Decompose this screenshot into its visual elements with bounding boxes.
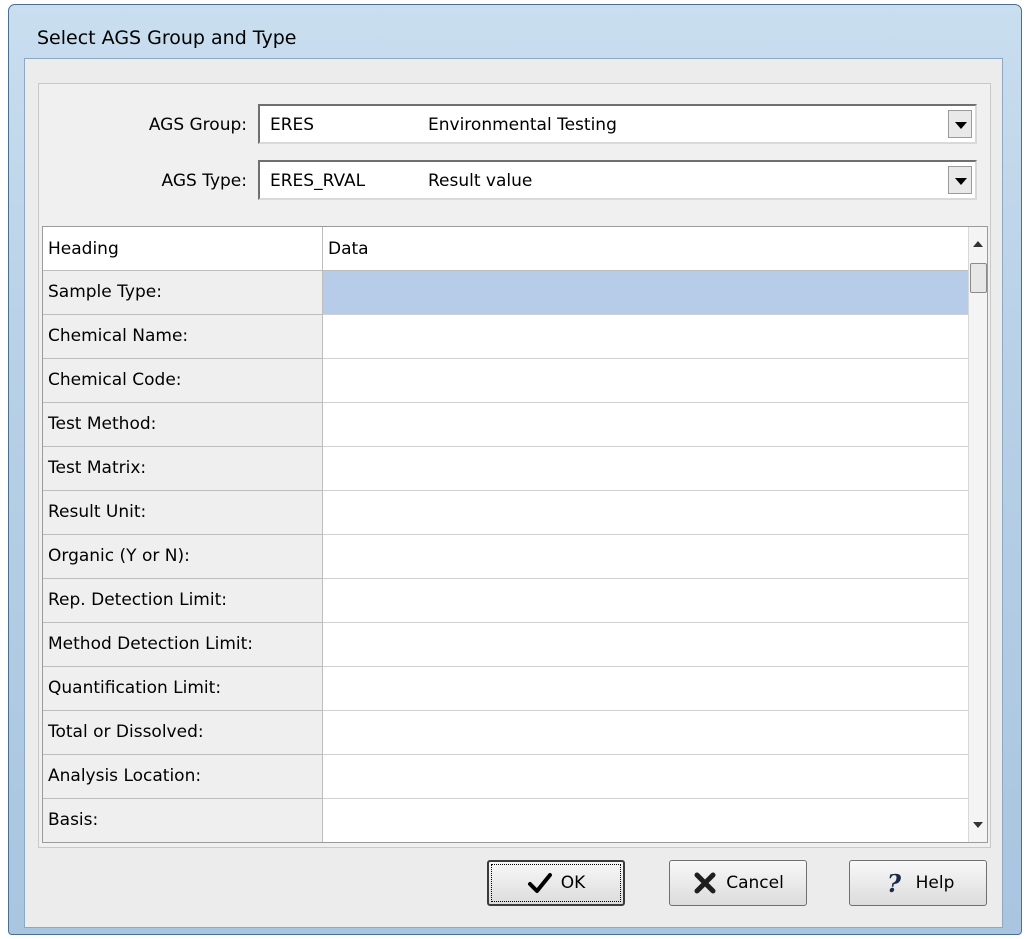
column-header-data[interactable]: Data xyxy=(328,239,369,259)
table-row[interactable]: Method Detection Limit: xyxy=(43,623,969,667)
row-heading: Analysis Location: xyxy=(43,755,323,799)
ok-button-label: OK xyxy=(560,873,586,893)
chevron-down-icon[interactable] xyxy=(948,166,972,194)
scroll-thumb[interactable] xyxy=(970,263,987,293)
row-heading: Chemical Name: xyxy=(43,315,323,359)
column-divider xyxy=(322,227,323,271)
checkmark-icon xyxy=(527,873,552,893)
cancel-button[interactable]: Cancel xyxy=(669,860,807,906)
ok-button[interactable]: OK xyxy=(487,860,625,906)
row-data-cell[interactable] xyxy=(323,491,969,535)
data-grid[interactable]: Heading Data Sample Type: Chemical Name:… xyxy=(42,226,988,843)
scroll-up-arrow-icon[interactable] xyxy=(973,241,983,247)
row-heading: Organic (Y or N): xyxy=(43,535,323,579)
table-row[interactable]: Sample Type: xyxy=(43,271,969,315)
row-heading: Test Matrix: xyxy=(43,447,323,491)
table-row[interactable]: Chemical Code: xyxy=(43,359,969,403)
question-icon: ? xyxy=(887,870,902,896)
row-data-cell[interactable] xyxy=(323,755,969,799)
ags-group-description: Environmental Testing xyxy=(428,115,617,135)
ags-group-select[interactable]: ERES Environmental Testing xyxy=(258,104,977,144)
row-heading: Total or Dissolved: xyxy=(43,711,323,755)
svg-text:?: ? xyxy=(887,870,902,896)
row-data-cell[interactable] xyxy=(323,271,969,315)
row-data-cell[interactable] xyxy=(323,799,969,842)
table-row[interactable]: Total or Dissolved: xyxy=(43,711,969,755)
table-row[interactable]: Test Matrix: xyxy=(43,447,969,491)
row-data-cell[interactable] xyxy=(323,711,969,755)
table-row[interactable]: Rep. Detection Limit: xyxy=(43,579,969,623)
row-heading: Method Detection Limit: xyxy=(43,623,323,667)
row-data-cell[interactable] xyxy=(323,359,969,403)
ags-group-label: AGS Group: xyxy=(148,115,247,135)
table-row[interactable]: Organic (Y or N): xyxy=(43,535,969,579)
vertical-scrollbar[interactable] xyxy=(968,227,987,842)
x-icon xyxy=(694,872,716,894)
chevron-down-icon[interactable] xyxy=(948,110,972,138)
ags-group-code: ERES xyxy=(270,115,315,135)
row-data-cell[interactable] xyxy=(323,535,969,579)
row-heading: Quantification Limit: xyxy=(43,667,323,711)
row-data-cell[interactable] xyxy=(323,315,969,359)
ags-type-code: ERES_RVAL xyxy=(270,171,366,191)
grid-header: Heading Data xyxy=(43,227,969,271)
row-data-cell[interactable] xyxy=(323,579,969,623)
row-heading: Rep. Detection Limit: xyxy=(43,579,323,623)
ags-type-label: AGS Type: xyxy=(161,171,247,191)
ags-type-select[interactable]: ERES_RVAL Result value xyxy=(258,160,977,200)
table-row[interactable]: Chemical Name: xyxy=(43,315,969,359)
cancel-button-label: Cancel xyxy=(726,873,784,893)
ags-type-description: Result value xyxy=(428,171,533,191)
help-button-label: Help xyxy=(915,873,955,893)
table-row[interactable]: Test Method: xyxy=(43,403,969,447)
row-data-cell[interactable] xyxy=(323,447,969,491)
row-heading: Chemical Code: xyxy=(43,359,323,403)
help-button[interactable]: ? Help xyxy=(849,860,987,906)
row-heading: Sample Type: xyxy=(43,271,323,315)
table-row[interactable]: Quantification Limit: xyxy=(43,667,969,711)
scroll-down-arrow-icon[interactable] xyxy=(973,822,983,828)
row-heading: Result Unit: xyxy=(43,491,323,535)
row-data-cell[interactable] xyxy=(323,403,969,447)
table-row[interactable]: Result Unit: xyxy=(43,491,969,535)
dialog-title: Select AGS Group and Type xyxy=(37,27,297,49)
table-row[interactable]: Analysis Location: xyxy=(43,755,969,799)
table-row[interactable]: Basis: xyxy=(43,799,969,842)
row-heading: Basis: xyxy=(43,799,323,842)
row-heading: Test Method: xyxy=(43,403,323,447)
row-data-cell[interactable] xyxy=(323,623,969,667)
row-data-cell[interactable] xyxy=(323,667,969,711)
column-header-heading[interactable]: Heading xyxy=(48,239,119,259)
